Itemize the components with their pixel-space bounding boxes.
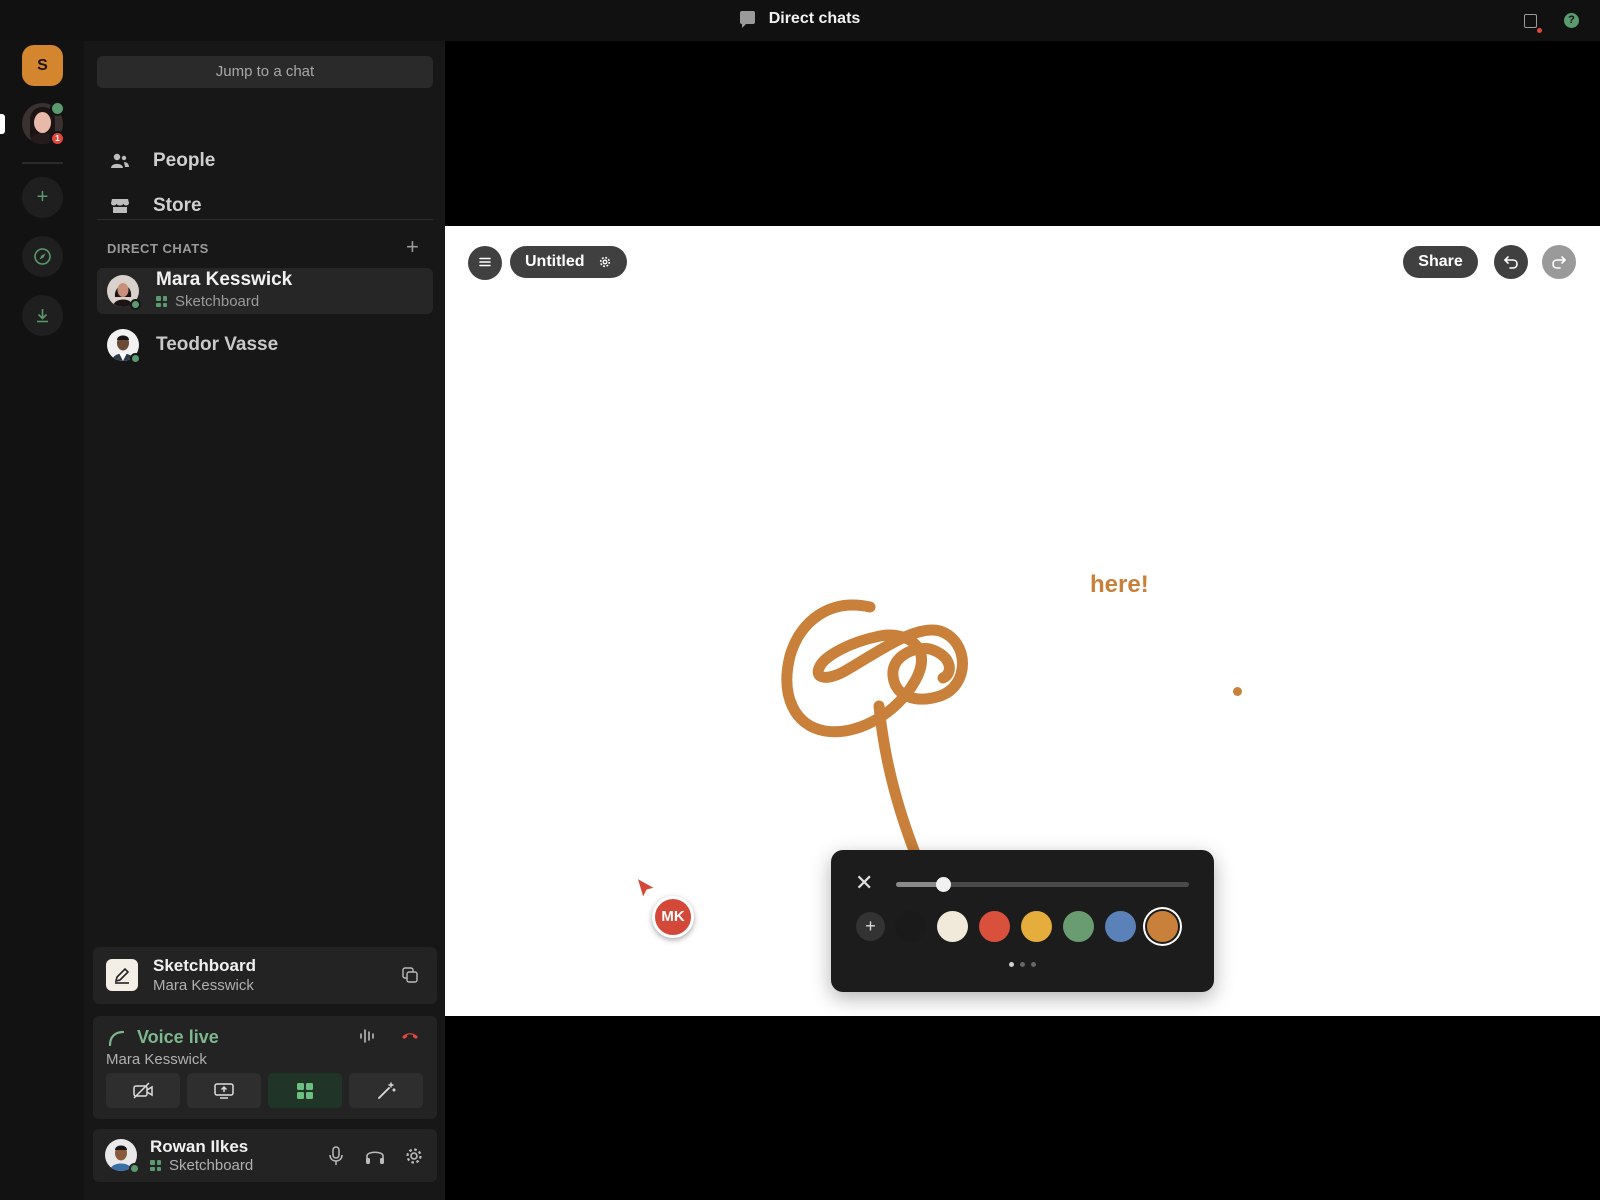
activities-button[interactable]: [268, 1073, 342, 1108]
remote-user-badge: MK: [652, 896, 694, 938]
color-swatch[interactable]: [1063, 911, 1094, 942]
camera-off-button[interactable]: [106, 1073, 180, 1108]
page-dot[interactable]: [1009, 962, 1014, 967]
jump-to-chat-input[interactable]: Jump to a chat: [97, 56, 433, 88]
inbox-icon[interactable]: [1524, 14, 1542, 33]
app-grid-icon: [297, 1083, 313, 1099]
microphone-icon[interactable]: [329, 1146, 343, 1166]
new-dm-button[interactable]: +: [406, 234, 419, 260]
close-icon[interactable]: ✕: [855, 870, 873, 896]
nav-label: People: [153, 150, 216, 171]
activity-card[interactable]: Sketchboard Mara Kesswick: [93, 947, 437, 1004]
add-server-button[interactable]: +: [22, 177, 63, 218]
compass-icon: [34, 248, 51, 265]
server-icon[interactable]: S: [22, 45, 63, 86]
share-screen-button[interactable]: [187, 1073, 261, 1108]
download-icon: [37, 309, 48, 323]
help-icon[interactable]: ?: [1564, 13, 1579, 28]
people-icon: [111, 153, 129, 168]
color-swatch[interactable]: [1021, 911, 1052, 942]
sidebar-divider: [97, 219, 433, 220]
color-swatch[interactable]: [895, 911, 926, 942]
color-swatch[interactable]: [1147, 911, 1178, 942]
camera-off-icon: [133, 1082, 153, 1099]
video-call-icon: [50, 101, 65, 116]
user-name: Rowan Ilkes: [150, 1137, 249, 1156]
slider-thumb[interactable]: [935, 877, 951, 892]
user-card: Rowan Ilkes Sketchboard: [93, 1129, 437, 1182]
avatar-face: [34, 112, 51, 133]
sketchboard-app-icon: [106, 959, 138, 991]
dm-name: Mara Kesswick: [156, 269, 293, 290]
color-palette-popover: ✕ +: [831, 850, 1214, 992]
online-status-dot: [130, 353, 141, 364]
voice-activity-icon[interactable]: [359, 1028, 375, 1044]
activity-subtitle: Mara Kesswick: [153, 977, 254, 994]
dm-activity: Sketchboard: [156, 293, 259, 310]
ink-stroke-stem: [873, 700, 926, 872]
inbox-unread-dot: [1537, 28, 1542, 33]
online-status-dot: [130, 299, 141, 310]
popout-icon[interactable]: [402, 967, 418, 983]
unread-badge: 1: [50, 131, 65, 146]
sketchboard-canvas[interactable]: Untitled Share here! MK ✕ +: [445, 226, 1600, 1016]
add-color-button[interactable]: +: [856, 912, 885, 941]
nav-item-people[interactable]: People: [97, 141, 433, 181]
screen-share-icon: [214, 1083, 234, 1099]
active-indicator: [0, 114, 5, 134]
dm-name: Teodor Vasse: [156, 334, 279, 355]
rail-divider: [22, 162, 63, 164]
title-bar: Direct chats ?: [0, 0, 1600, 41]
plus-icon: +: [36, 186, 49, 208]
voice-card: Voice live Mara Kesswick: [93, 1016, 437, 1119]
hang-up-icon[interactable]: [400, 1029, 420, 1043]
color-swatch[interactable]: [979, 911, 1010, 942]
headphones-icon[interactable]: [365, 1146, 385, 1166]
magic-wand-icon: [378, 1082, 396, 1099]
ink-dot: [1233, 687, 1242, 696]
soundboard-button[interactable]: [349, 1073, 423, 1108]
nav-label: Store: [153, 195, 202, 216]
window-title-text: Direct chats: [768, 10, 861, 27]
voice-peer: Mara Kesswick: [106, 1051, 207, 1068]
remote-cursor-icon: [636, 876, 657, 900]
user-activity-text: Sketchboard: [169, 1157, 254, 1174]
store-icon: [111, 199, 129, 213]
download-button[interactable]: [22, 295, 63, 336]
direct-chats-header: DIRECT CHATS: [107, 241, 209, 256]
user-activity: Sketchboard: [150, 1157, 253, 1174]
app-grid-icon: [150, 1160, 161, 1171]
board-text-note[interactable]: here!: [1090, 571, 1149, 599]
explore-button[interactable]: [22, 236, 63, 277]
page-dot[interactable]: [1020, 962, 1025, 967]
stroke-size-slider[interactable]: [896, 877, 1189, 892]
online-status-dot: [129, 1163, 140, 1174]
settings-gear-icon[interactable]: [405, 1147, 423, 1165]
color-swatch[interactable]: [1105, 911, 1136, 942]
color-swatch[interactable]: [937, 911, 968, 942]
signal-icon: [108, 1030, 125, 1047]
dm-item-mara-kesswick[interactable]: Mara Kesswick Sketchboard: [97, 268, 433, 314]
page-dot[interactable]: [1031, 962, 1036, 967]
window-title: Direct chats: [0, 10, 1600, 28]
chat-bubble-icon: [739, 11, 755, 28]
app-grid-icon: [156, 296, 167, 307]
dm-item-teodor-vasse[interactable]: Teodor Vasse: [97, 322, 433, 368]
dm-activity-text: Sketchboard: [175, 293, 260, 310]
activity-title: Sketchboard: [153, 956, 256, 975]
server-rail: S 1 +: [0, 41, 84, 1200]
palette-page-dots: [831, 954, 1214, 972]
voice-status: Voice live: [137, 1027, 219, 1047]
nav-item-store[interactable]: Store: [97, 186, 433, 226]
